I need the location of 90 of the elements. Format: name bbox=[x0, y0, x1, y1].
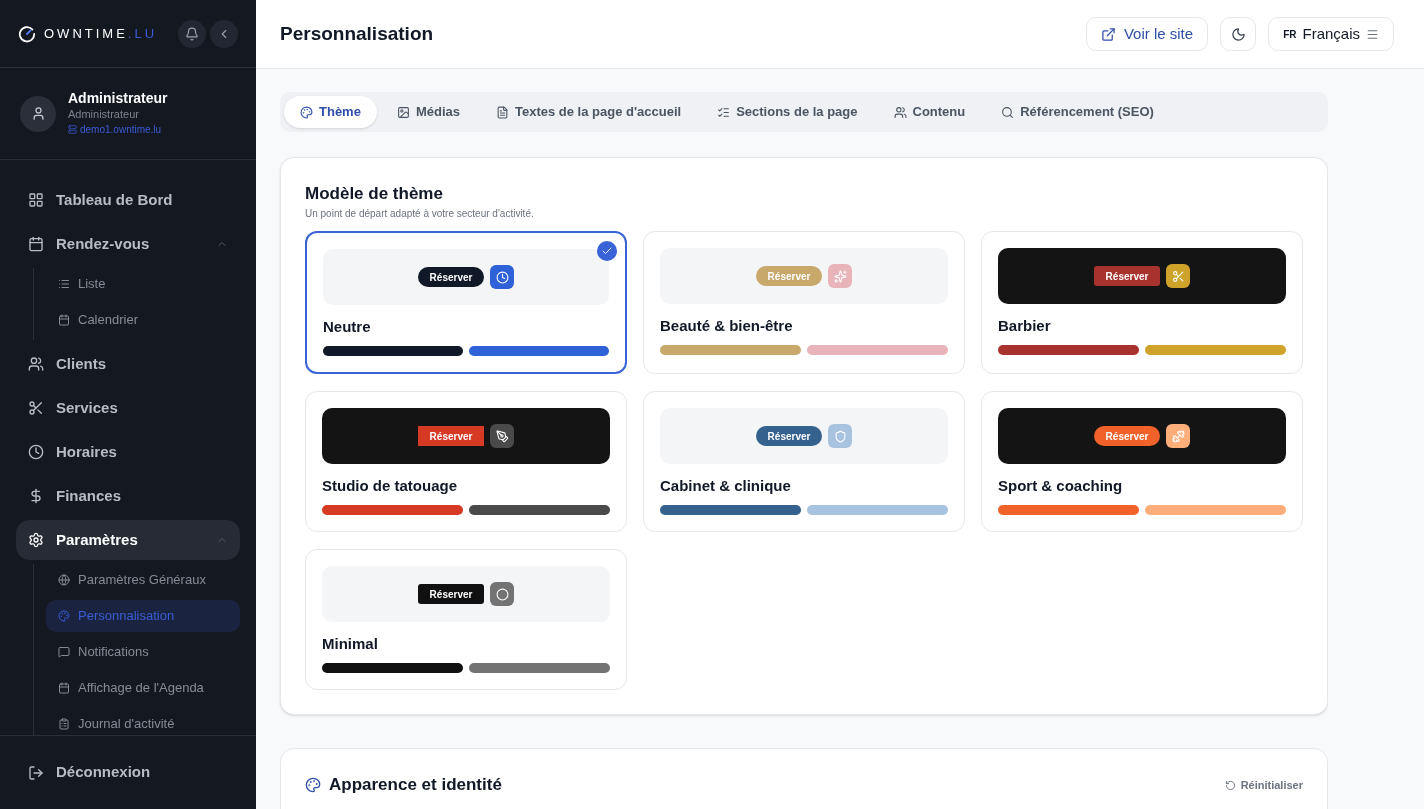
user-icon bbox=[30, 106, 46, 121]
scissors-icon bbox=[1166, 264, 1191, 288]
user-name: Administrateur bbox=[68, 88, 168, 107]
message-icon bbox=[58, 646, 70, 658]
tab[interactable]: Médias bbox=[380, 96, 476, 128]
calendar-icon bbox=[28, 236, 44, 252]
pen-icon bbox=[490, 424, 515, 448]
tab[interactable]: Textes de la page d'accueil bbox=[480, 96, 698, 128]
palette-icon bbox=[305, 777, 321, 793]
check-icon bbox=[597, 241, 617, 261]
logo-icon bbox=[18, 24, 36, 43]
preview-button: Réserver bbox=[755, 426, 823, 446]
calendar-icon bbox=[58, 682, 70, 694]
sidebar-subitem[interactable]: Affichage de l'Agenda bbox=[46, 672, 240, 704]
reset-icon bbox=[1224, 779, 1236, 791]
sidebar-subitem[interactable]: Journal d'activité bbox=[46, 708, 240, 735]
logout-button[interactable]: Déconnexion bbox=[16, 761, 163, 784]
grid-icon bbox=[28, 192, 44, 208]
theme-name: Neutre bbox=[323, 318, 372, 336]
scissors-icon bbox=[28, 400, 44, 416]
shield-icon bbox=[828, 424, 853, 448]
sidebar-subitem[interactable]: Calendrier bbox=[46, 304, 240, 336]
sidebar-subitem[interactable]: Liste bbox=[46, 268, 240, 300]
users-icon bbox=[28, 356, 44, 372]
moon-icon bbox=[1230, 26, 1246, 42]
theme-card[interactable]: Réserver Minimal bbox=[305, 549, 627, 690]
reset-button[interactable]: Réinitialiser bbox=[1224, 778, 1303, 792]
section-title: Apparence et identité bbox=[329, 774, 502, 796]
search-icon bbox=[1001, 105, 1015, 119]
theme-name: Sport & coaching bbox=[998, 477, 1124, 495]
settings-icon bbox=[28, 532, 44, 548]
external-link-icon bbox=[1100, 26, 1116, 42]
users-icon bbox=[893, 105, 907, 119]
clock-icon bbox=[28, 444, 44, 460]
menu-icon bbox=[1366, 27, 1379, 41]
tab[interactable]: Thème bbox=[284, 96, 377, 128]
theme-name: Minimal bbox=[322, 635, 379, 653]
preview-button: Réserver bbox=[417, 584, 485, 604]
dumbbell-icon bbox=[1166, 424, 1191, 448]
theme-name: Cabinet & clinique bbox=[660, 477, 792, 495]
palette-icon bbox=[58, 610, 70, 622]
theme-name: Beauté & bien-être bbox=[660, 317, 794, 335]
theme-card[interactable]: Réserver Studio de tatouage bbox=[305, 391, 627, 532]
theme-name: Barbier bbox=[998, 317, 1052, 335]
section-subtitle: Un point de départ adapté à votre secteur d'activité. bbox=[305, 207, 535, 221]
logout-icon bbox=[28, 764, 44, 781]
sidebar-item[interactable]: Paramètres bbox=[16, 520, 240, 560]
brand-name: OWNTIME.LU bbox=[44, 24, 158, 43]
theme-name: Studio de tatouage bbox=[322, 477, 458, 495]
sidebar-subitem[interactable]: Paramètres Généraux bbox=[46, 564, 240, 596]
sparkles-icon bbox=[828, 264, 853, 288]
sidebar-item[interactable]: Horaires bbox=[16, 432, 240, 472]
tab[interactable]: Sections de la page bbox=[701, 96, 874, 128]
clock-icon bbox=[490, 265, 515, 289]
document-icon bbox=[496, 105, 509, 119]
globe-icon bbox=[58, 574, 70, 586]
theme-card[interactable]: Réserver Sport & coaching bbox=[981, 391, 1303, 532]
view-site-button[interactable]: Voir le site bbox=[1085, 17, 1209, 51]
theme-card[interactable]: Réserver Beauté & bien-être bbox=[643, 231, 965, 374]
preview-button: Réserver bbox=[755, 266, 823, 286]
palette-icon bbox=[300, 105, 313, 119]
preview-button: Réserver bbox=[417, 426, 485, 446]
section-title: Modèle de thème bbox=[305, 183, 444, 205]
theme-card[interactable]: Réserver Cabinet & clinique bbox=[643, 391, 965, 532]
sidebar-item[interactable]: Clients bbox=[16, 344, 240, 384]
preview-button: Réserver bbox=[1093, 266, 1161, 286]
theme-card[interactable]: Réserver Barbier bbox=[981, 231, 1303, 374]
tab[interactable]: Référencement (SEO) bbox=[985, 96, 1170, 128]
sidebar-item[interactable]: Services bbox=[16, 388, 240, 428]
server-icon bbox=[68, 125, 77, 134]
sidebar-item[interactable]: Finances bbox=[16, 476, 240, 516]
dollar-icon bbox=[28, 488, 44, 504]
dark-mode-button[interactable] bbox=[1220, 17, 1257, 51]
sidebar-subitem[interactable]: Notifications bbox=[46, 636, 240, 668]
list-icon bbox=[58, 278, 70, 290]
page-title: Personnalisation bbox=[280, 21, 434, 46]
clipboard-icon bbox=[58, 718, 70, 730]
sidebar-item[interactable]: Rendez-vous bbox=[16, 224, 240, 264]
calendar-icon bbox=[58, 314, 70, 326]
language-button[interactable]: FR Français bbox=[1268, 17, 1394, 51]
image-icon bbox=[396, 105, 410, 119]
tab[interactable]: Contenu bbox=[877, 96, 982, 128]
user-role: Administrateur bbox=[68, 106, 140, 121]
preview-button: Réserver bbox=[1093, 426, 1161, 446]
list-icon bbox=[717, 105, 731, 119]
sidebar-item[interactable]: Tableau de Bord bbox=[16, 180, 240, 220]
theme-card[interactable]: Réserver Neutre bbox=[305, 231, 627, 374]
bell-icon bbox=[185, 26, 199, 41]
preview-button: Réserver bbox=[417, 267, 485, 287]
notifications-button[interactable] bbox=[178, 19, 206, 48]
